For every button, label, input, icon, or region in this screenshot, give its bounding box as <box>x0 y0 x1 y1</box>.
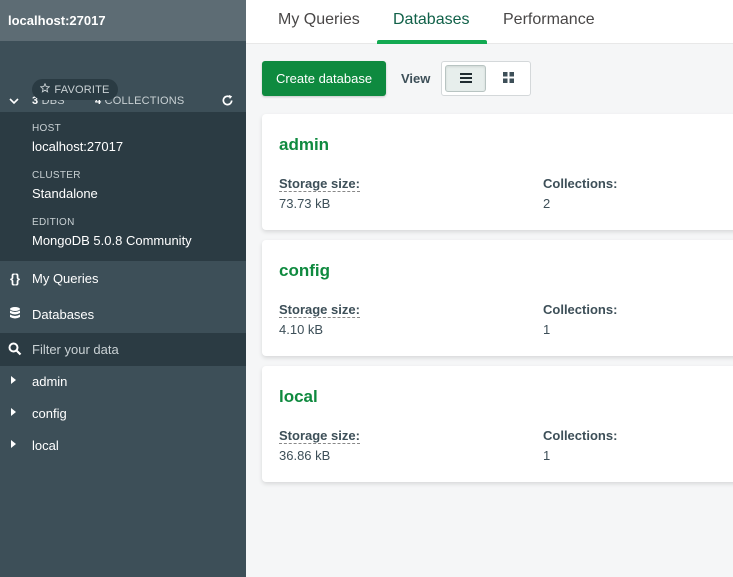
database-card-config[interactable]: config Storage size: 4.10 kB Collections… <box>262 240 733 356</box>
sidebar: localhost:27017 3 DBS 4 COLLECTIONS FAVO… <box>0 0 246 577</box>
collections-label: Collections: <box>543 302 618 317</box>
tab-performance[interactable]: Performance <box>503 11 595 29</box>
collections-value: 2 <box>543 196 551 211</box>
curly-braces-icon: {} <box>9 271 21 286</box>
caret-right-icon[interactable] <box>11 376 16 384</box>
search-icon <box>8 342 22 361</box>
edition-label: EDITION <box>32 217 75 228</box>
storage-size-label: Storage size: <box>279 428 360 444</box>
host-info: HOST localhost:27017 <box>32 123 123 154</box>
connection-title[interactable]: localhost:27017 <box>0 0 246 41</box>
favorite-button[interactable]: FAVORITE <box>32 79 118 100</box>
edition-value: MongoDB 5.0.8 Community <box>32 233 192 248</box>
refresh-icon[interactable] <box>221 94 234 112</box>
collections-value: 1 <box>543 322 551 337</box>
list-icon <box>459 70 472 88</box>
database-card-local[interactable]: local Storage size: 36.86 kB Collections… <box>262 366 733 482</box>
active-tab-indicator <box>377 40 487 44</box>
create-database-button[interactable]: Create database <box>262 61 386 96</box>
grid-view-button[interactable] <box>488 65 529 92</box>
favorite-label: FAVORITE <box>54 83 110 96</box>
collections-label: Collections: <box>543 176 618 191</box>
sidebar-item-label: Databases <box>32 307 95 322</box>
sidebar-db-admin[interactable]: admin <box>0 367 246 395</box>
chevron-down-icon[interactable] <box>8 94 20 112</box>
list-view-button[interactable] <box>445 65 486 92</box>
sidebar-item-label: My Queries <box>32 271 99 286</box>
storage-size-value: 4.10 kB <box>279 322 324 337</box>
edition-info: EDITION MongoDB 5.0.8 Community <box>32 217 192 248</box>
storage-size-label: Storage size: <box>279 176 360 192</box>
sidebar-db-config[interactable]: config <box>0 399 246 427</box>
sidebar-db-label: local <box>32 437 59 453</box>
sidebar-db-label: admin <box>32 373 68 389</box>
host-label: HOST <box>32 123 61 134</box>
sidebar-db-label: config <box>32 405 67 421</box>
collections-count-label: COLLECTIONS <box>104 95 185 107</box>
database-icon <box>8 306 22 323</box>
cluster-value: Standalone <box>32 186 98 201</box>
connection-stats: 3 DBS 4 COLLECTIONS <box>0 41 246 112</box>
collections-label: Collections: <box>543 428 618 443</box>
storage-size-value: 73.73 kB <box>279 196 331 211</box>
database-name[interactable]: config <box>279 261 330 281</box>
caret-right-icon[interactable] <box>11 440 16 448</box>
storage-size-label: Storage size: <box>279 302 360 318</box>
caret-right-icon[interactable] <box>11 408 16 416</box>
tab-databases[interactable]: Databases <box>393 11 470 29</box>
sidebar-item-my-queries[interactable]: {} My Queries <box>0 261 246 296</box>
cluster-info: CLUSTER Standalone <box>32 170 98 201</box>
sidebar-db-local[interactable]: local <box>0 431 246 459</box>
main-panel: My Queries Databases Performance Create … <box>246 0 733 577</box>
database-card-admin[interactable]: admin Storage size: 73.73 kB Collections… <box>262 114 733 230</box>
storage-size-value: 36.86 kB <box>279 448 331 463</box>
tab-my-queries[interactable]: My Queries <box>278 11 360 29</box>
filter-bar <box>0 333 246 366</box>
view-toggle <box>441 61 531 96</box>
database-name[interactable]: local <box>279 387 318 407</box>
sidebar-item-databases[interactable]: Databases <box>0 297 246 332</box>
grid-icon <box>503 70 514 88</box>
host-value: localhost:27017 <box>32 139 124 154</box>
cluster-label: CLUSTER <box>32 170 81 181</box>
database-name[interactable]: admin <box>279 135 329 155</box>
collections-value: 1 <box>543 448 551 463</box>
connection-info: HOST localhost:27017 CLUSTER Standalone … <box>0 112 246 261</box>
filter-input[interactable] <box>32 339 232 359</box>
tab-bar: My Queries Databases Performance <box>246 0 733 44</box>
view-label: View <box>401 71 431 86</box>
star-icon <box>40 82 51 96</box>
